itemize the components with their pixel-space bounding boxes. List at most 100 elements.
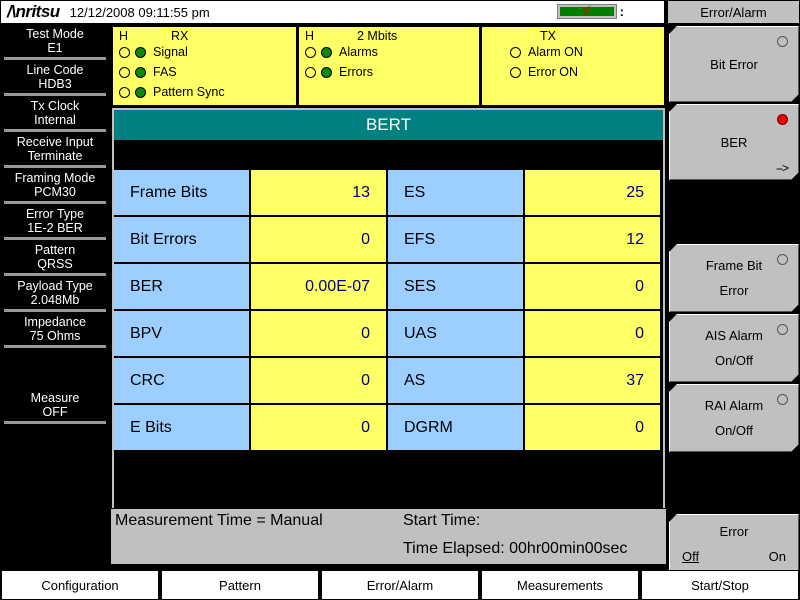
cell-value: 0 xyxy=(251,217,388,262)
sidebar-item-impedance[interactable]: Impedance 75 Ohms xyxy=(0,312,110,343)
bottom-tab-bar: Configuration Pattern Error/Alarm Measur… xyxy=(0,570,800,600)
status-panel-rx: H RX Signal FAS Pattern Sync xyxy=(113,27,296,105)
sidebar-item-measure[interactable]: Measure OFF xyxy=(0,388,110,419)
cell-value: 0 xyxy=(251,358,388,403)
datetime-label: 12/12/2008 09:11:55 pm xyxy=(69,4,210,20)
battery-icon: ⚡ xyxy=(556,3,617,20)
table-row: E Bits 0 DGRM 0 xyxy=(114,405,663,452)
sidebar-item-label: Receive Input xyxy=(16,135,94,149)
sidebar-item-payload-type[interactable]: Payload Type 2.048Mb xyxy=(0,276,110,307)
tab-error-alarm[interactable]: Error/Alarm xyxy=(321,570,479,600)
status-row-label: FAS xyxy=(153,65,177,79)
battery-indicator: ⚡ : xyxy=(556,3,624,20)
cell-label: BER xyxy=(114,264,251,309)
table-row: BER 0.00E-07 SES 0 xyxy=(114,264,663,311)
status-panel-title: 2 Mbits xyxy=(357,29,398,43)
start-time-label: Start Time: xyxy=(403,512,481,529)
led-hollow-icon xyxy=(119,66,130,78)
sidebar-item-line-code[interactable]: Line Code HDB3 xyxy=(0,60,110,91)
led-hollow-icon xyxy=(305,66,316,78)
tab-pattern[interactable]: Pattern xyxy=(161,570,319,600)
sidebar-item-value: 2.048Mb xyxy=(30,293,80,307)
sidebar-item-label: Error Type xyxy=(25,207,85,221)
sidebar-item-value: 75 Ohms xyxy=(29,329,81,343)
error-toggle-on[interactable]: On xyxy=(769,549,786,564)
charging-bolt-icon: ⚡ xyxy=(581,3,593,20)
cell-value: 0 xyxy=(525,405,662,450)
tab-start-stop[interactable]: Start/Stop xyxy=(641,570,799,600)
sidebar-item-tx-clock[interactable]: Tx Clock Internal xyxy=(0,96,110,127)
bert-results-table: Frame Bits 13 ES 25 Bit Errors 0 EFS 12 … xyxy=(114,170,663,452)
error-toggle-off[interactable]: Off xyxy=(682,549,699,564)
softkey-spacer xyxy=(667,180,800,242)
softkey-sublabel: On/Off xyxy=(714,353,754,368)
status-panel-h-label: H xyxy=(305,29,315,43)
sidebar-item-label: Test Mode xyxy=(26,27,84,41)
led-green-icon xyxy=(321,46,332,58)
sidebar-item-value: Internal xyxy=(34,113,76,127)
softkey-label: Error xyxy=(719,524,749,539)
sidebar-item-receive-input[interactable]: Receive Input Terminate xyxy=(0,132,110,163)
right-softkey-bar: Error/Alarm Bit Error BER --> Frame Bit … xyxy=(667,0,800,569)
status-row-label: Alarm ON xyxy=(528,45,583,59)
status-row-errors: Errors xyxy=(305,65,373,79)
softkey-sublabel: On/Off xyxy=(714,423,754,438)
bert-panel-spacer xyxy=(114,140,663,170)
status-panel-h-label: H xyxy=(119,29,129,43)
softkey-frame-bit-error[interactable]: Frame Bit Error xyxy=(669,244,799,312)
sidebar-item-label: Framing Mode xyxy=(14,171,96,185)
cell-value: 0 xyxy=(251,311,388,356)
status-row-alarm-on: Alarm ON xyxy=(510,45,583,59)
sidebar-item-error-type[interactable]: Error Type 1E-2 BER xyxy=(0,204,110,235)
softkey-rai-alarm[interactable]: RAI Alarm On/Off xyxy=(669,384,799,452)
cell-value: 37 xyxy=(525,358,662,403)
sidebar-item-test-mode[interactable]: Test Mode E1 xyxy=(0,24,110,55)
cell-label: DGRM xyxy=(388,405,525,450)
softkey-ber[interactable]: BER --> xyxy=(669,104,799,180)
time-elapsed-label: Time Elapsed: 00hr00min00sec xyxy=(403,540,628,557)
status-row-error-on: Error ON xyxy=(510,65,578,79)
anritsu-logo: /\nritsu xyxy=(7,2,60,21)
cell-value: 13 xyxy=(251,170,388,215)
led-green-icon xyxy=(135,66,146,78)
sidebar-item-pattern[interactable]: Pattern QRSS xyxy=(0,240,110,271)
sidebar-item-value: OFF xyxy=(42,405,68,419)
led-hollow-icon xyxy=(119,46,130,58)
softkey-label: Frame Bit xyxy=(705,258,763,273)
tab-measurements[interactable]: Measurements xyxy=(481,570,639,600)
status-row-pattern-sync: Pattern Sync xyxy=(119,85,225,99)
led-green-icon xyxy=(321,66,332,78)
softkey-label: Bit Error xyxy=(710,56,758,72)
status-row-label: Signal xyxy=(153,45,188,59)
softkey-label: AIS Alarm xyxy=(705,328,763,343)
led-hollow-icon xyxy=(119,86,130,98)
status-row-alarms: Alarms xyxy=(305,45,378,59)
table-row: Bit Errors 0 EFS 12 xyxy=(114,217,663,264)
cell-label: ES xyxy=(388,170,525,215)
cell-value: 0 xyxy=(525,264,662,309)
sidebar-item-value: Terminate xyxy=(27,149,83,163)
sidebar-item-label: Measure xyxy=(30,391,80,405)
led-green-icon xyxy=(135,46,146,58)
sidebar-item-value: 1E-2 BER xyxy=(27,221,83,235)
sidebar-item-label: Impedance xyxy=(24,315,86,329)
submenu-arrow-icon: --> xyxy=(776,161,788,175)
table-row: Frame Bits 13 ES 25 xyxy=(114,170,663,217)
divider xyxy=(4,421,106,424)
sidebar-item-framing-mode[interactable]: Framing Mode PCM30 xyxy=(0,168,110,199)
bert-panel-title: BERT xyxy=(114,110,663,140)
sidebar-item-value: QRSS xyxy=(37,257,73,271)
left-settings-sidebar: Test Mode E1 Line Code HDB3 Tx Clock Int… xyxy=(0,24,110,569)
tab-configuration[interactable]: Configuration xyxy=(1,570,159,600)
error-toggle-options: Off On xyxy=(670,549,798,564)
softkey-label: RAI Alarm xyxy=(704,398,764,413)
status-panel-2mbits: H 2 Mbits Alarms Errors xyxy=(296,27,479,105)
softkey-label: BER xyxy=(720,134,748,150)
cell-label: Frame Bits xyxy=(114,170,251,215)
softkey-ais-alarm[interactable]: AIS Alarm On/Off xyxy=(669,314,799,382)
cell-value: 12 xyxy=(525,217,662,262)
status-led-bar: H RX Signal FAS Pattern Sync H 2 Mbits A… xyxy=(112,26,665,106)
measurement-time-label: Measurement Time = Manual xyxy=(115,512,323,529)
softkey-bit-error[interactable]: Bit Error xyxy=(669,26,799,102)
led-hollow-icon xyxy=(510,46,521,58)
